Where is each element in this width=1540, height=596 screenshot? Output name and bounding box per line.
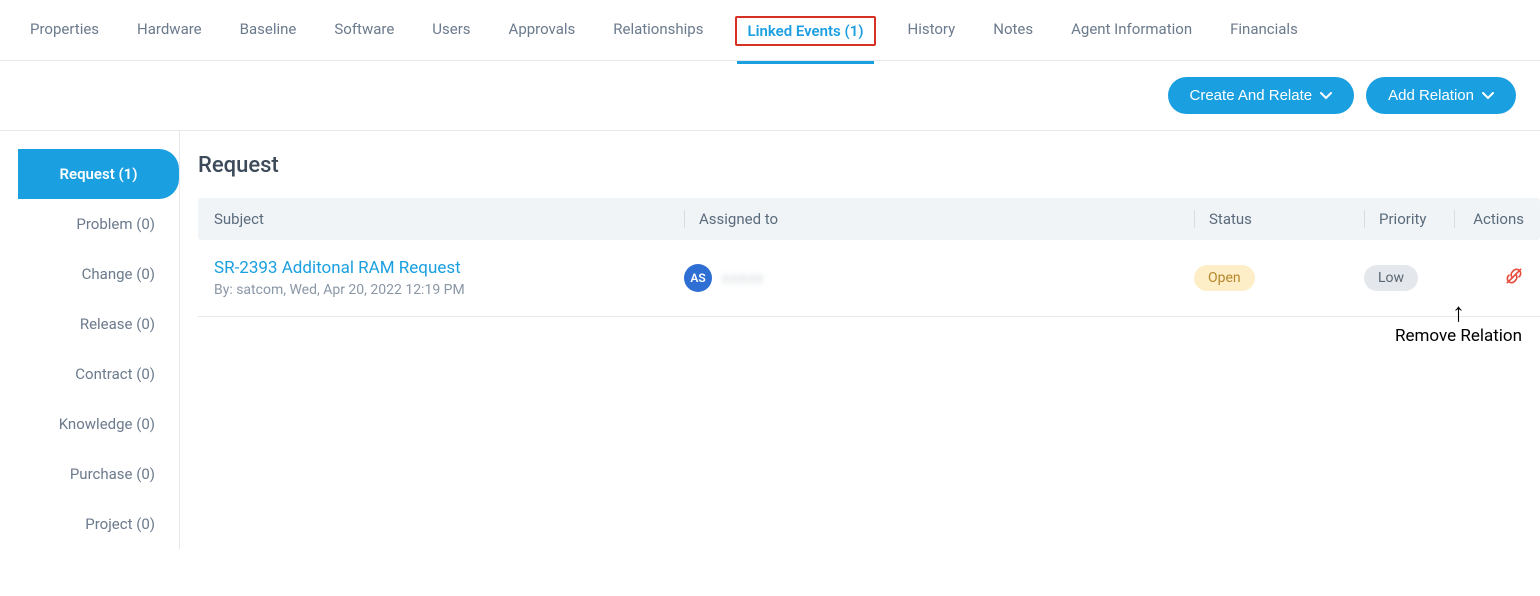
create-and-relate-button[interactable]: Create And Relate — [1168, 77, 1355, 114]
tab-agent-information[interactable]: Agent Information — [1065, 16, 1198, 46]
priority-badge: Low — [1364, 265, 1418, 291]
panel-heading: Request — [198, 153, 1540, 178]
add-relation-label: Add Relation — [1388, 87, 1474, 104]
table-row: SR-2393 Additonal RAM Request By: satcom… — [198, 240, 1540, 317]
annotation-label: Remove Relation — [1395, 326, 1522, 346]
annotation: ↑ Remove Relation — [1395, 300, 1522, 346]
tab-hardware[interactable]: Hardware — [131, 16, 208, 46]
create-and-relate-label: Create And Relate — [1190, 87, 1313, 104]
main-panel: Request Subject Assigned to Status Prior… — [180, 131, 1540, 549]
tab-software[interactable]: Software — [328, 16, 400, 46]
chevron-down-icon — [1320, 92, 1332, 100]
add-relation-button[interactable]: Add Relation — [1366, 77, 1516, 114]
sidebar-item-project[interactable]: Project (0) — [18, 499, 179, 549]
col-actions: Actions — [1454, 210, 1524, 228]
annotation-arrow: ↑ — [1395, 300, 1522, 326]
tab-history[interactable]: History — [902, 16, 962, 46]
request-byline: By: satcom, Wed, Apr 20, 2022 12:19 PM — [214, 282, 684, 298]
sidebar-item-contract[interactable]: Contract (0) — [18, 349, 179, 399]
tab-baseline[interactable]: Baseline — [234, 16, 303, 46]
status-badge: Open — [1194, 265, 1255, 291]
table-header: Subject Assigned to Status Priority Acti… — [198, 198, 1540, 240]
col-status: Status — [1194, 210, 1364, 228]
tab-notes[interactable]: Notes — [987, 16, 1039, 46]
tab-users[interactable]: Users — [426, 16, 476, 46]
request-title-link[interactable]: SR-2393 Additonal RAM Request — [214, 258, 684, 278]
sidebar-item-purchase[interactable]: Purchase (0) — [18, 449, 179, 499]
tab-relationships[interactable]: Relationships — [607, 16, 709, 46]
col-subject: Subject — [214, 210, 684, 228]
tab-linked-events[interactable]: Linked Events (1) — [735, 16, 875, 46]
col-priority: Priority — [1364, 210, 1454, 228]
tab-properties[interactable]: Properties — [24, 16, 105, 46]
action-bar: Create And Relate Add Relation — [0, 61, 1540, 131]
tab-financials[interactable]: Financials — [1224, 16, 1304, 46]
top-tabs: Properties Hardware Baseline Software Us… — [0, 0, 1540, 61]
sidebar: Request (1) Problem (0) Change (0) Relea… — [18, 131, 180, 549]
chevron-down-icon — [1482, 92, 1494, 100]
assignee-name: xxxxx — [722, 269, 764, 287]
col-assigned-to: Assigned to — [684, 210, 1194, 228]
sidebar-item-change[interactable]: Change (0) — [18, 249, 179, 299]
sidebar-item-problem[interactable]: Problem (0) — [18, 199, 179, 249]
assignee: AS xxxxx — [684, 264, 1194, 292]
remove-relation-icon[interactable] — [1454, 266, 1524, 286]
avatar: AS — [684, 264, 712, 292]
sidebar-item-request[interactable]: Request (1) — [18, 149, 179, 199]
tab-approvals[interactable]: Approvals — [503, 16, 582, 46]
sidebar-item-knowledge[interactable]: Knowledge (0) — [18, 399, 179, 449]
sidebar-item-release[interactable]: Release (0) — [18, 299, 179, 349]
